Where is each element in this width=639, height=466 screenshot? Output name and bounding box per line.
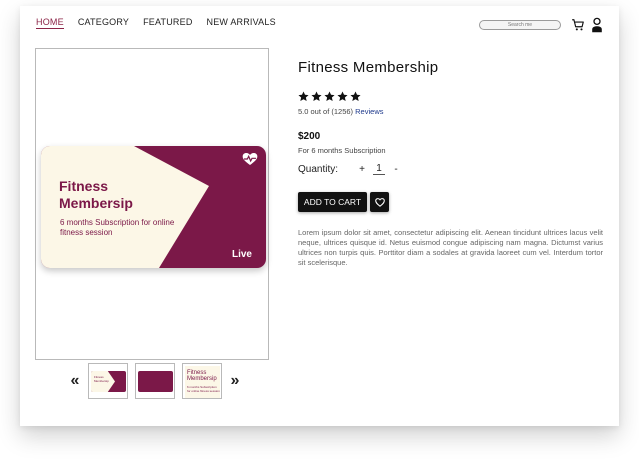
star-icon xyxy=(311,91,322,102)
star-icon xyxy=(298,91,309,102)
card-title: Fitness Membersip xyxy=(59,178,133,211)
thumbnail-3[interactable]: Fitness Membersip 6 months Subscription … xyxy=(182,363,222,399)
top-navigation: HOME CATEGORY FEATURED NEW ARRIVALS xyxy=(36,17,276,29)
thumbnail-card xyxy=(138,371,173,392)
nav-new-arrivals[interactable]: NEW ARRIVALS xyxy=(207,17,276,29)
rating-summary: 5.0 out of (1256) Reviews xyxy=(298,107,383,116)
thumbnail-card: Fitness Membersip xyxy=(91,371,126,392)
add-to-cart-button[interactable]: ADD TO CART xyxy=(298,192,367,212)
thumbnail-card-subtitle: 6 months Subscription for online fitness… xyxy=(187,385,220,393)
heart-pulse-icon xyxy=(242,153,258,165)
quantity-stepper: + 1 - xyxy=(359,163,399,175)
product-description: Lorem ipsum dolor sit amet, consectetur … xyxy=(298,228,603,267)
price-note: For 6 months Subscription xyxy=(298,146,386,155)
prev-arrow-icon[interactable]: « xyxy=(69,373,81,389)
product-page: HOME CATEGORY FEATURED NEW ARRIVALS Sear… xyxy=(20,6,619,426)
star-icon xyxy=(337,91,348,102)
heart-outline-icon xyxy=(374,197,385,207)
thumbnail-card-title: Fitness Membersip xyxy=(187,370,217,382)
search-input[interactable]: Search me xyxy=(479,20,561,30)
card-subtitle: 6 months Subscription for online fitness… xyxy=(60,218,175,237)
live-badge: Live xyxy=(231,249,252,260)
nav-category[interactable]: CATEGORY xyxy=(78,17,129,29)
star-rating xyxy=(298,91,361,102)
rating-text: 5.0 out of (1256) xyxy=(298,107,354,116)
quantity-increase-button[interactable]: + xyxy=(359,164,365,175)
wishlist-button[interactable] xyxy=(370,192,389,212)
user-icon[interactable] xyxy=(591,17,603,33)
star-icon xyxy=(350,91,361,102)
reviews-link[interactable]: Reviews xyxy=(355,107,383,116)
membership-card-image: Fitness Membersip 6 months Subscription … xyxy=(41,146,266,268)
nav-featured[interactable]: FEATURED xyxy=(143,17,192,29)
thumbnail-1[interactable]: Fitness Membersip xyxy=(88,363,128,399)
thumbnail-card-title: Fitness Membersip xyxy=(94,375,109,383)
quantity-label: Quantity: xyxy=(298,164,339,175)
product-title: Fitness Membership xyxy=(298,59,439,76)
star-icon xyxy=(324,91,335,102)
product-price: $200 xyxy=(298,131,321,142)
product-image-panel: Fitness Membersip 6 months Subscription … xyxy=(35,48,269,360)
quantity-value[interactable]: 1 xyxy=(373,163,385,175)
thumbnail-2[interactable] xyxy=(135,363,175,399)
next-arrow-icon[interactable]: » xyxy=(229,373,241,389)
cart-icon[interactable] xyxy=(571,18,585,32)
thumbnail-carousel: « Fitness Membersip Fitness Membersip 6 … xyxy=(69,363,241,399)
nav-home[interactable]: HOME xyxy=(36,17,64,29)
quantity-decrease-button[interactable]: - xyxy=(393,164,399,175)
